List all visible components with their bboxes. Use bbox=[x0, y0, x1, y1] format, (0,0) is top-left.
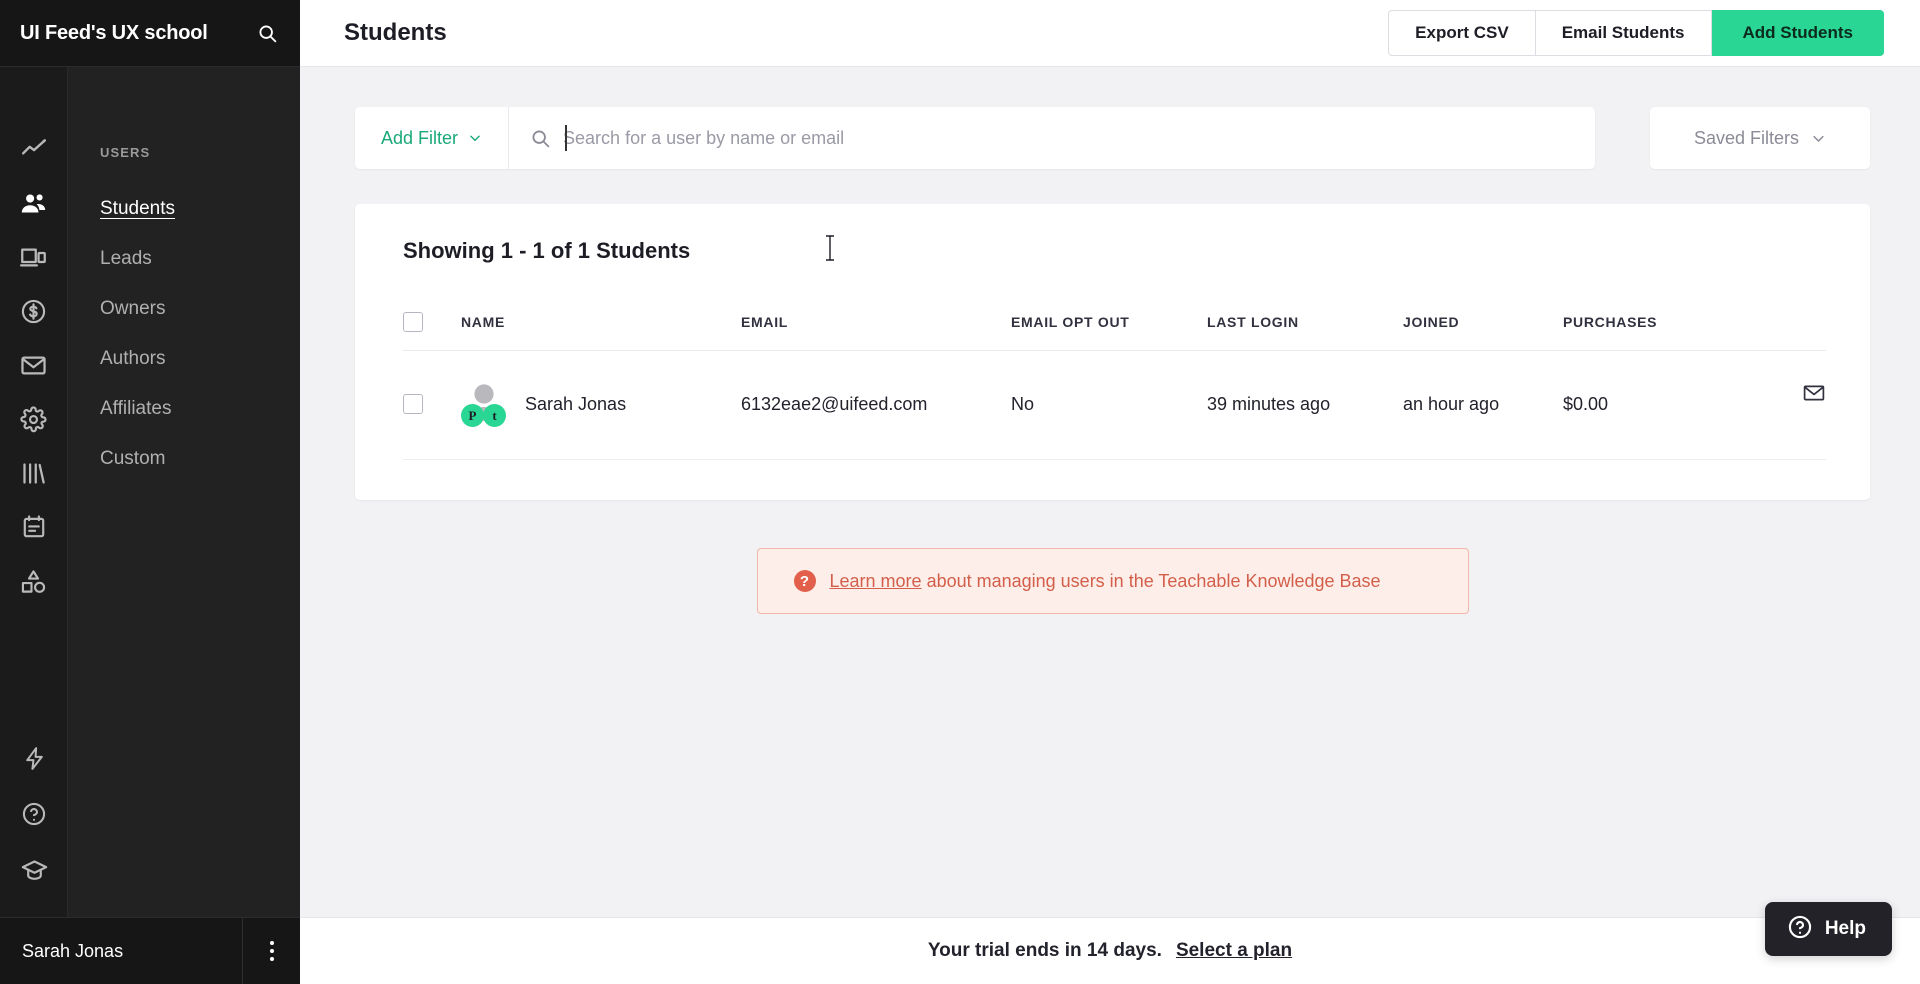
library-icon[interactable] bbox=[14, 453, 54, 493]
email-students-button[interactable]: Email Students bbox=[1535, 10, 1712, 56]
row-select-cell bbox=[403, 350, 461, 460]
nav-panel: USERS Students Leads Owners Authors Affi… bbox=[68, 67, 300, 984]
sidebar-item-label: Students bbox=[100, 198, 175, 219]
search-input[interactable] bbox=[553, 127, 1579, 149]
sidebar-item-label: Custom bbox=[100, 448, 166, 469]
sidebar-item-label: Owners bbox=[100, 298, 166, 319]
kebab-menu-icon[interactable] bbox=[242, 917, 300, 984]
column-header-name[interactable]: NAME bbox=[461, 312, 741, 351]
main-area: Students Export CSV Email Students Add S… bbox=[300, 0, 1920, 984]
page-header: Students Export CSV Email Students Add S… bbox=[300, 0, 1920, 67]
sidebar-user-name: Sarah Jonas bbox=[22, 940, 124, 961]
text-caret bbox=[565, 125, 567, 151]
chevron-down-icon bbox=[470, 135, 480, 142]
filter-row: Add Filter Search for a user by name or … bbox=[355, 107, 1870, 169]
settings-icon[interactable] bbox=[14, 399, 54, 439]
cell-email: 6132eae2@uifeed.com bbox=[741, 350, 1011, 460]
select-a-plan-link[interactable]: Select a plan bbox=[1176, 940, 1292, 962]
filter-search-box: Add Filter bbox=[355, 107, 1595, 169]
help-button[interactable]: Help bbox=[1764, 902, 1892, 956]
add-filter-label: Add Filter bbox=[381, 127, 459, 148]
saved-filters-label: Saved Filters bbox=[1693, 127, 1800, 148]
avatar-badge-primary: P bbox=[461, 404, 484, 427]
sidebar-item-authors[interactable]: Authors bbox=[68, 334, 300, 384]
column-header-email-opt-out[interactable]: EMAIL OPT OUT bbox=[1011, 312, 1207, 351]
sidebar-user-bar[interactable]: Sarah Jonas bbox=[0, 917, 300, 984]
sidebar: UI Feed's UX school USERS Students Leads… bbox=[0, 0, 300, 984]
student-name: Sarah Jonas bbox=[525, 393, 627, 414]
column-header-last-login[interactable]: LAST LOGIN bbox=[1207, 312, 1403, 351]
add-filter-button[interactable]: Add Filter bbox=[355, 107, 510, 169]
column-header-purchases[interactable]: PURCHASES bbox=[1563, 312, 1763, 351]
notice-rest: about managing users in the Teachable Kn… bbox=[921, 570, 1381, 591]
saved-filters-dropdown[interactable]: Saved Filters bbox=[1650, 107, 1870, 169]
notice-text: Learn more about managing users in the T… bbox=[830, 571, 1381, 592]
question-circle-icon bbox=[1787, 914, 1813, 945]
question-circle-icon: ? bbox=[793, 570, 816, 592]
sidebar-item-label: Affiliates bbox=[100, 398, 172, 419]
knowledge-base-notice: ? Learn more about managing users in the… bbox=[756, 548, 1469, 614]
users-icon[interactable] bbox=[14, 183, 54, 223]
brand-bar: UI Feed's UX school bbox=[0, 0, 300, 67]
envelope-icon[interactable] bbox=[1763, 381, 1826, 427]
cell-name: P t Sarah Jonas bbox=[461, 350, 741, 460]
column-header-email[interactable]: EMAIL bbox=[741, 312, 1011, 351]
search-icon[interactable] bbox=[256, 22, 278, 44]
sidebar-item-owners[interactable]: Owners bbox=[68, 284, 300, 334]
search-icon bbox=[527, 128, 553, 149]
help-label: Help bbox=[1824, 918, 1866, 939]
sales-icon[interactable] bbox=[14, 291, 54, 331]
sidebar-body: USERS Students Leads Owners Authors Affi… bbox=[0, 67, 300, 984]
sidebar-item-custom[interactable]: Custom bbox=[68, 434, 300, 484]
analytics-icon[interactable] bbox=[14, 129, 54, 169]
row-checkbox[interactable] bbox=[403, 394, 423, 414]
cell-joined: an hour ago bbox=[1403, 350, 1563, 460]
chevron-down-icon bbox=[1813, 135, 1824, 142]
nav-section-label: USERS bbox=[100, 145, 151, 160]
column-header-actions bbox=[1763, 312, 1826, 351]
sidebar-item-label: Leads bbox=[100, 248, 152, 269]
cell-email-opt-out: No bbox=[1011, 350, 1207, 460]
header-actions: Export CSV Email Students Add Students bbox=[1388, 10, 1884, 56]
sidebar-item-label: Authors bbox=[100, 348, 166, 369]
table-header-row: NAME EMAIL EMAIL OPT OUT LAST LOGIN JOIN… bbox=[403, 312, 1826, 351]
brand-title: UI Feed's UX school bbox=[20, 21, 208, 44]
trial-status-text: Your trial ends in 14 days. bbox=[927, 940, 1162, 961]
app-root: UI Feed's UX school USERS Students Leads… bbox=[0, 0, 1920, 984]
sidebar-item-students[interactable]: Students bbox=[68, 184, 300, 234]
lightning-icon[interactable] bbox=[14, 738, 54, 778]
select-all-header bbox=[403, 312, 461, 351]
cell-purchases: $0.00 bbox=[1563, 350, 1763, 460]
graduation-cap-icon[interactable] bbox=[14, 850, 54, 890]
add-students-button[interactable]: Add Students bbox=[1711, 10, 1884, 56]
students-table: NAME EMAIL EMAIL OPT OUT LAST LOGIN JOIN… bbox=[403, 312, 1826, 460]
shapes-icon[interactable] bbox=[14, 561, 54, 601]
select-all-checkbox[interactable] bbox=[403, 312, 423, 332]
column-header-joined[interactable]: JOINED bbox=[1403, 312, 1563, 351]
export-csv-button[interactable]: Export CSV bbox=[1388, 10, 1536, 56]
avatar-badge-secondary: t bbox=[483, 404, 506, 427]
avatar: P t bbox=[461, 381, 507, 427]
email-icon[interactable] bbox=[14, 345, 54, 385]
rail-bottom-group bbox=[0, 738, 68, 906]
cell-actions bbox=[1763, 350, 1826, 460]
page-title: Students bbox=[344, 19, 447, 46]
calendar-icon[interactable] bbox=[14, 507, 54, 547]
search-field-wrap[interactable] bbox=[509, 107, 1595, 169]
students-card: Showing 1 - 1 of 1 Students NAME EMAIL E… bbox=[355, 204, 1870, 500]
site-icon[interactable] bbox=[14, 237, 54, 277]
learn-more-link[interactable]: Learn more bbox=[830, 571, 922, 591]
results-count: Showing 1 - 1 of 1 Students bbox=[403, 238, 691, 263]
sidebar-item-affiliates[interactable]: Affiliates bbox=[68, 384, 300, 434]
sidebar-item-leads[interactable]: Leads bbox=[68, 234, 300, 284]
cell-last-login: 39 minutes ago bbox=[1207, 350, 1403, 460]
trial-footer: Your trial ends in 14 days. Select a pla… bbox=[300, 917, 1920, 984]
page-content: Add Filter Search for a user by name or … bbox=[300, 67, 1920, 917]
table-row[interactable]: P t Sarah Jonas 6132eae2@uifeed.com No 3… bbox=[403, 350, 1826, 460]
question-circle-icon[interactable] bbox=[14, 794, 54, 834]
icon-rail bbox=[0, 67, 68, 984]
